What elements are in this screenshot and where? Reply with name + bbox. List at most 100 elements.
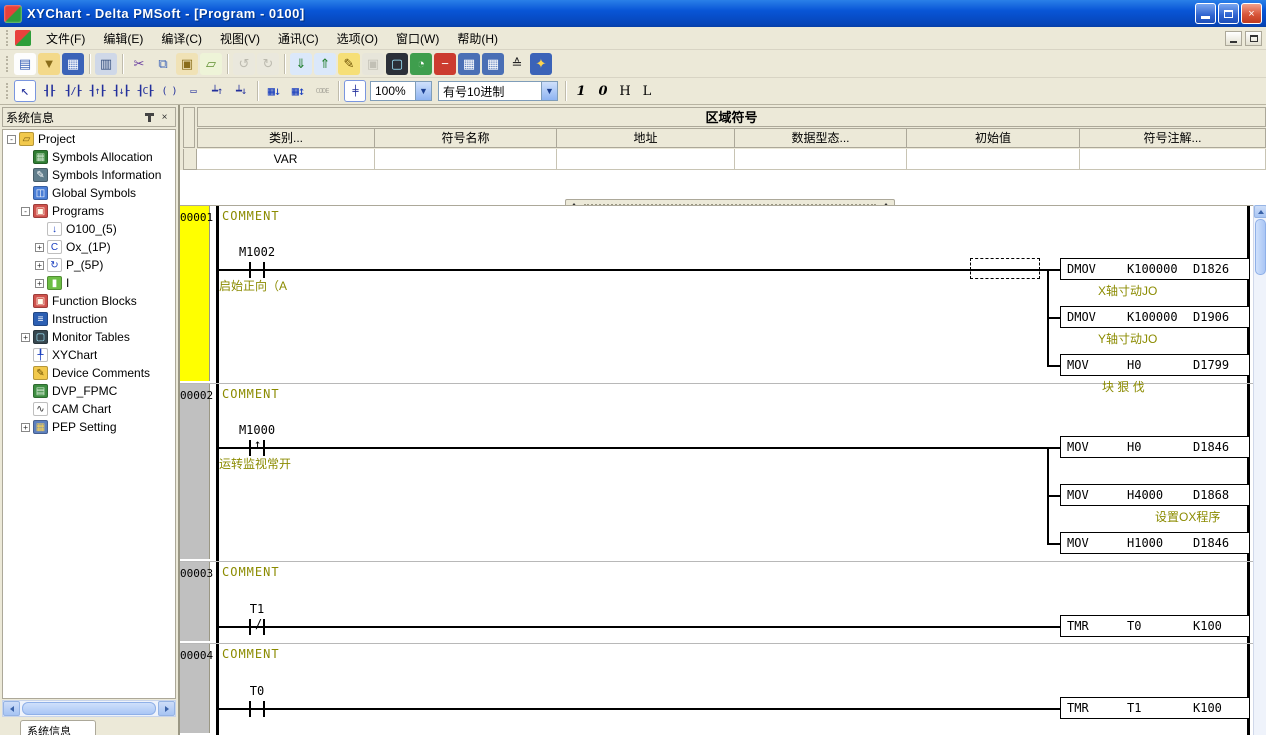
tree-item-device-comments[interactable]: ✎Device Comments: [3, 364, 175, 382]
menu-item-6[interactable]: 窗口(W): [387, 27, 448, 50]
menu-item-5[interactable]: 选项(O): [328, 27, 387, 50]
network-icon[interactable]: ◔: [410, 53, 432, 75]
tree-expander[interactable]: -: [21, 207, 30, 216]
tab-system-info[interactable]: 系统信息: [20, 720, 96, 735]
paste-icon[interactable]: ▣: [176, 53, 198, 75]
toolbar-grip[interactable]: [6, 56, 10, 72]
column-header-2[interactable]: 地址: [557, 128, 735, 148]
menu-item-3[interactable]: 视图(V): [211, 27, 269, 50]
new-file-icon[interactable]: ▤: [14, 53, 36, 75]
ladder-convert-2-icon[interactable]: ▦↕: [287, 80, 309, 102]
rung-number[interactable]: 00004: [180, 644, 210, 733]
row-selector-cell[interactable]: [183, 149, 197, 170]
tree-item-global-symbols[interactable]: ◫Global Symbols: [3, 184, 175, 202]
save-icon[interactable]: ▦: [62, 53, 84, 75]
instruction-tmr-k100[interactable]: TMRT1K100: [1060, 697, 1250, 719]
download-program-icon[interactable]: ⇓: [290, 53, 312, 75]
menu-item-2[interactable]: 编译(C): [152, 27, 211, 50]
rung-comment-label[interactable]: COMMENT: [222, 565, 280, 579]
pin-button[interactable]: [142, 110, 157, 124]
instruction-mov-d1868[interactable]: MOVH4000D1868: [1060, 484, 1250, 506]
cursor-select-icon[interactable]: ↖: [14, 80, 36, 102]
radix-button-L[interactable]: L: [637, 81, 657, 101]
contact-falling-icon[interactable]: ┨↓┠: [110, 80, 132, 102]
instruction-tmr-k100[interactable]: TMRT0K100: [1060, 615, 1250, 637]
output-falling-icon[interactable]: ┷↓: [230, 80, 252, 102]
tree-expander[interactable]: +: [35, 279, 44, 288]
toolbar-grip[interactable]: [6, 83, 10, 99]
tree-expander[interactable]: -: [7, 135, 16, 144]
print-icon[interactable]: ▥: [95, 53, 117, 75]
column-header-1[interactable]: 符号名称: [375, 128, 557, 148]
instruction-mov-d1846[interactable]: MOVH0D1846: [1060, 436, 1250, 458]
tree-item-xychart[interactable]: ╀XYChart: [3, 346, 175, 364]
monitor-screen-icon[interactable]: ▢: [386, 53, 408, 75]
column-header-4[interactable]: 初始值: [907, 128, 1080, 148]
rung-comment-label[interactable]: COMMENT: [222, 387, 280, 401]
tree-expander[interactable]: +: [35, 261, 44, 270]
tree-item-cam-chart[interactable]: ∿CAM Chart: [3, 400, 175, 418]
tree-expander[interactable]: +: [21, 333, 30, 342]
tree-item-programs[interactable]: -▣Programs: [3, 202, 175, 220]
tree-item-i[interactable]: +▮I: [3, 274, 175, 292]
scrollbar-thumb[interactable]: [1255, 219, 1266, 275]
menu-item-4[interactable]: 通讯(C): [269, 27, 328, 50]
open-file-icon[interactable]: ▼: [38, 53, 60, 75]
sidebar-horizontal-scrollbar[interactable]: [2, 700, 176, 717]
wizard-icon[interactable]: ✦: [530, 53, 552, 75]
radix-button-1[interactable]: 1: [571, 81, 591, 101]
radix-button-0[interactable]: 0: [593, 81, 613, 101]
table-cell[interactable]: [735, 149, 907, 170]
column-header-5[interactable]: 符号注解...: [1080, 128, 1266, 148]
instruction-dmov-d1826[interactable]: DMOVK100000D1826: [1060, 258, 1250, 280]
minimize-button[interactable]: [1195, 3, 1216, 24]
table-cell[interactable]: [1080, 149, 1266, 170]
instruction-mov-d1799[interactable]: MOVH0D1799: [1060, 354, 1250, 376]
table-cell[interactable]: [375, 149, 557, 170]
tree-item-symbols-allocation[interactable]: ▦Symbols Allocation: [3, 148, 175, 166]
radix-select[interactable]: 有号10进制▼: [438, 81, 558, 101]
table-cell[interactable]: VAR: [197, 149, 375, 170]
instruction-dmov-d1906[interactable]: DMOVK100000D1906: [1060, 306, 1250, 328]
restore-button[interactable]: [1218, 3, 1239, 24]
tree-item-symbols-information[interactable]: ✎Symbols Information: [3, 166, 175, 184]
tree-item-monitor-tables[interactable]: +▢Monitor Tables: [3, 328, 175, 346]
tree-item-instruction[interactable]: ≡Instruction: [3, 310, 175, 328]
device-table-1-icon[interactable]: ▦: [458, 53, 480, 75]
mdi-minimize-button[interactable]: [1225, 31, 1242, 46]
tree-expander[interactable]: +: [35, 243, 44, 252]
ladder-view-icon[interactable]: ╪: [344, 80, 366, 102]
close-button[interactable]: ×: [1241, 3, 1262, 24]
ladder-convert-1-icon[interactable]: ▦↓: [263, 80, 285, 102]
table-cell[interactable]: [907, 149, 1080, 170]
column-header-3[interactable]: 数据型态...: [735, 128, 907, 148]
device-table-2-icon[interactable]: ▦: [482, 53, 504, 75]
compare-contact-icon[interactable]: ┨C┠: [134, 80, 156, 102]
tree-item-project[interactable]: -▱Project: [3, 130, 175, 148]
scrollbar-thumb[interactable]: [22, 702, 156, 715]
output-rising-icon[interactable]: ┷↑: [206, 80, 228, 102]
tree-item-o100-5-[interactable]: ↓O100_(5): [3, 220, 175, 238]
contact-open-icon[interactable]: ┨┠: [38, 80, 60, 102]
menu-item-1[interactable]: 编辑(E): [94, 27, 152, 50]
column-header-0[interactable]: 类别...: [197, 128, 375, 148]
rung-number[interactable]: 00003: [180, 562, 210, 641]
clamp-icon[interactable]: ≙: [506, 53, 528, 75]
contact-rising-icon[interactable]: ┨↑┠: [86, 80, 108, 102]
online-edit-icon[interactable]: ✎: [338, 53, 360, 75]
ladder-vertical-scrollbar[interactable]: [1253, 205, 1266, 735]
scroll-left-button[interactable]: [3, 701, 20, 716]
tree-item-p-5p-[interactable]: +↻P_(5P): [3, 256, 175, 274]
scroll-right-button[interactable]: [158, 701, 175, 716]
coil-icon[interactable]: ( ): [158, 80, 180, 102]
mdi-restore-button[interactable]: [1245, 31, 1262, 46]
upload-program-icon[interactable]: ⇑: [314, 53, 336, 75]
table-row-selector-column[interactable]: [183, 107, 195, 148]
tree-item-ox-1p-[interactable]: +COx_(1P): [3, 238, 175, 256]
scroll-up-button[interactable]: [1254, 205, 1266, 218]
zoom-level-select[interactable]: 100%▼: [370, 81, 432, 101]
instruction-mov-d1846[interactable]: MOVH1000D1846: [1060, 532, 1250, 554]
panel-close-button[interactable]: ×: [157, 110, 172, 124]
tree-expander[interactable]: +: [21, 423, 30, 432]
app-menu-logo-icon[interactable]: [15, 30, 31, 46]
